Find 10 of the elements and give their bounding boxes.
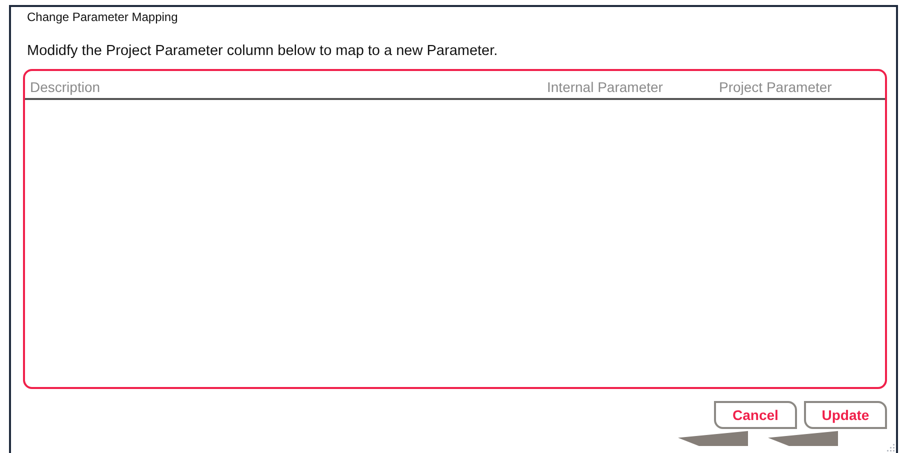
window-title: Change Parameter Mapping <box>27 10 179 26</box>
column-header[interactable]: Project Parameter <box>719 79 885 95</box>
dialog-button[interactable]: Cancel <box>714 401 797 429</box>
button-shadow <box>768 431 838 446</box>
column-header[interactable]: Internal Parameter <box>547 79 719 95</box>
column-header[interactable]: Description <box>30 79 547 95</box>
button-shadow <box>678 431 748 446</box>
resize-grip-icon[interactable] <box>886 443 895 452</box>
instruction-text: Modidfy the Project Parameter column below to map to a new Parameter. <box>27 43 499 61</box>
dialog-button[interactable]: Update <box>804 401 887 429</box>
